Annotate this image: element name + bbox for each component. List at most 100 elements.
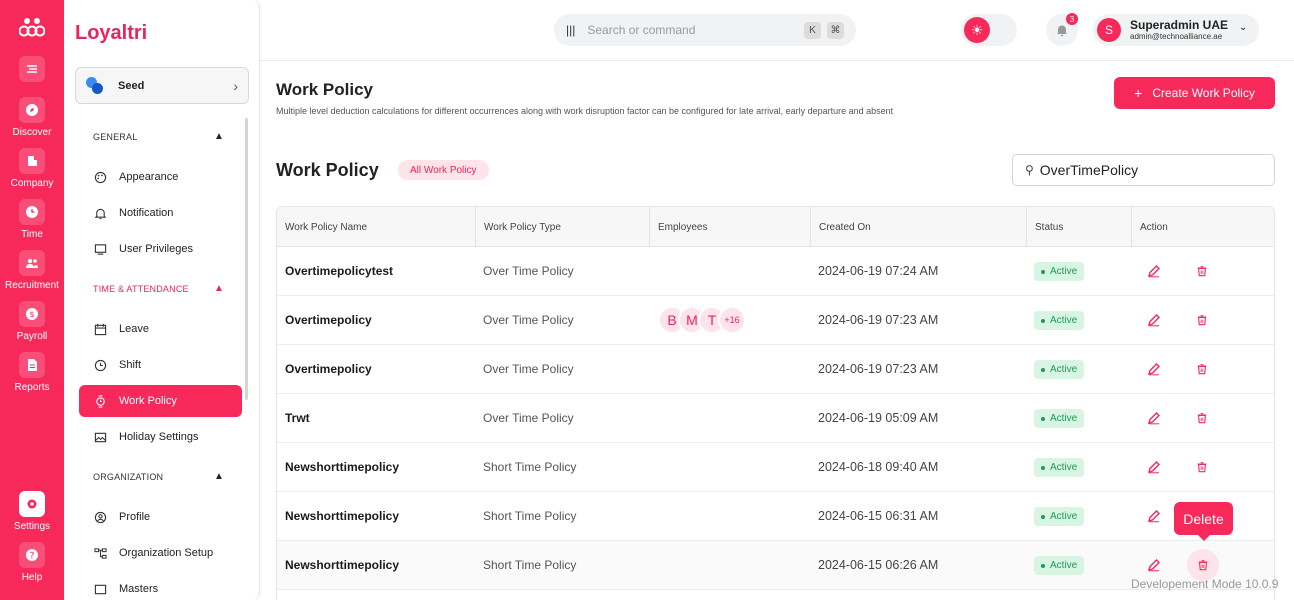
delete-trash-icon[interactable] [1196,460,1210,474]
section-general: GENERAL [93,132,138,142]
collapse-general-icon[interactable]: ▲ [214,131,224,142]
plus-icon: + [1134,85,1143,101]
rail-reports[interactable]: Reports [0,352,64,393]
table-row[interactable]: Trwt Over Time Policy 2024-06-19 05:09 AM A… [277,394,1274,443]
table-row[interactable]: Newshorttimepolicy Short Time Policy 2024-… [277,492,1274,541]
sidebar-item-user-privileges[interactable]: User Privileges [79,233,242,265]
sidebar-scrollbar[interactable] [245,118,248,400]
table-row[interactable]: Overtimepolicytest Over Time Policy 2024-0… [277,247,1274,296]
edit-pencil-icon[interactable] [1147,558,1161,572]
report-icon [19,352,45,378]
org-name: Seed [118,79,145,92]
column-header-status[interactable]: Status [1026,207,1131,247]
table-row[interactable]: Newshorttimepolicy Short Time Policy 2024-… [277,443,1274,492]
rail-help[interactable]: ? Help [0,542,64,583]
table-title: Work Policy [276,160,379,180]
org-logo-icon [86,76,104,95]
dollar-icon: $ [19,301,45,327]
column-header-type[interactable]: Work Policy Type [475,207,649,247]
status-badge: Active [1034,311,1085,330]
status-label: Active [1050,266,1078,277]
collapse-organization-icon[interactable]: ▲ [214,471,224,482]
edit-pencil-icon[interactable] [1147,509,1161,523]
rail-time[interactable]: Time [0,199,64,240]
delete-trash-icon[interactable] [1196,411,1210,425]
bell-icon [1057,25,1067,37]
brand-name: Loyaltri [75,22,148,44]
sidebar-item-label: Shift [119,359,142,371]
rail-payroll[interactable]: $ Payroll [0,301,64,342]
sidebar-item-label: Appearance [119,171,179,183]
sun-icon: ☀ [964,17,990,43]
sidebar-item-organization-setup[interactable]: Organization Setup [79,537,242,569]
status-label: Active [1050,364,1078,375]
edit-pencil-icon[interactable] [1147,460,1161,474]
bell-icon [93,206,107,220]
rail-discover[interactable]: Discover [0,97,64,138]
sidebar-item-holiday-settings[interactable]: Holiday Settings [79,421,242,453]
help-icon: ? [19,542,45,568]
edit-pencil-icon[interactable] [1147,411,1161,425]
created-on: 2024-06-19 07:23 AM [818,362,939,376]
edit-pencil-icon[interactable] [1147,264,1161,278]
search-icon: ⚲ [1025,163,1034,177]
collapse-time-attendance-icon[interactable]: ▲ [214,283,224,294]
theme-toggle[interactable]: ☀ [961,14,1017,46]
sidebar-item-shift[interactable]: Shift [79,349,242,381]
create-work-policy-button[interactable]: + Create Work Policy [1114,77,1275,109]
masters-icon [93,582,107,596]
sidebar-item-label: Organization Setup [119,547,214,559]
created-on: 2024-06-15 06:31 AM [818,509,939,523]
table-row[interactable]: Newshorttimepolicy Short Time Policy 2024-… [277,541,1274,590]
menu-toggle[interactable] [0,56,64,82]
status-dot-icon [1041,563,1045,568]
section-organization: ORGANIZATION [93,472,164,482]
image-icon [93,430,107,444]
rail-label: Reports [14,382,50,393]
sidebar-item-leave[interactable]: Leave [79,313,242,345]
policy-name: Newshorttimepolicy [285,509,400,523]
delete-trash-icon[interactable] [1196,362,1210,376]
sidebar-item-label: Holiday Settings [119,431,199,443]
edit-pencil-icon[interactable] [1147,362,1161,376]
page-title: Work Policy [276,80,373,99]
created-on: 2024-06-15 06:26 AM [818,558,939,572]
sidebar-item-work-policy[interactable]: Work Policy [79,385,242,417]
user-menu[interactable]: S Superadmin UAE admin@technoalliance.ae… [1093,14,1259,46]
edit-pencil-icon[interactable] [1147,313,1161,327]
sidebar-item-notification[interactable]: Notification [79,197,242,229]
status-badge: Active [1034,360,1085,379]
rail-settings[interactable]: Settings [0,491,64,532]
more-employees-count[interactable]: +16 [718,306,746,334]
column-header-name[interactable]: Work Policy Name [277,207,475,247]
sidebar-item-masters[interactable]: Masters [79,573,242,600]
delete-tooltip: Delete [1174,502,1233,541]
table-search-input[interactable]: ⚲ OverTimePolicy [1012,154,1275,186]
app-logo-icon[interactable] [0,16,64,43]
column-header-created-on[interactable]: Created On [810,207,1026,247]
organization-switcher[interactable]: Seed › [75,67,249,104]
policy-type: Over Time Policy [483,313,574,327]
rail-label: Company [10,178,54,189]
people-icon [19,250,45,276]
rail-company[interactable]: Company [0,148,64,189]
sidebar-item-appearance[interactable]: Appearance [79,161,242,193]
table-row[interactable]: Overtimepolicy Over Time Policy B M T +16 2024… [277,296,1274,345]
svg-text:?: ? [30,552,35,562]
column-header-employees[interactable]: Employees [649,207,810,247]
created-on: 2024-06-18 09:40 AM [818,460,939,474]
rail-recruitment[interactable]: Recruitment [0,250,64,291]
clock-icon [93,358,107,372]
employee-avatars[interactable]: B M T +16 [658,306,746,334]
status-badge: Active [1034,507,1085,526]
table-row[interactable]: Overtimepolicy Over Time Policy 2024-06-19… [277,345,1274,394]
delete-trash-icon[interactable] [1196,264,1210,278]
status-label: Active [1050,462,1078,473]
global-search[interactable]: ||| Search or command K ⌘ [554,14,856,46]
column-header-action: Action [1131,207,1274,247]
org-chart-icon [93,546,107,560]
sidebar-item-profile[interactable]: Profile [79,501,242,533]
delete-trash-icon[interactable] [1196,313,1210,327]
shortcut-key-k: K [804,21,821,39]
filter-chip[interactable]: All Work Policy [398,160,489,180]
